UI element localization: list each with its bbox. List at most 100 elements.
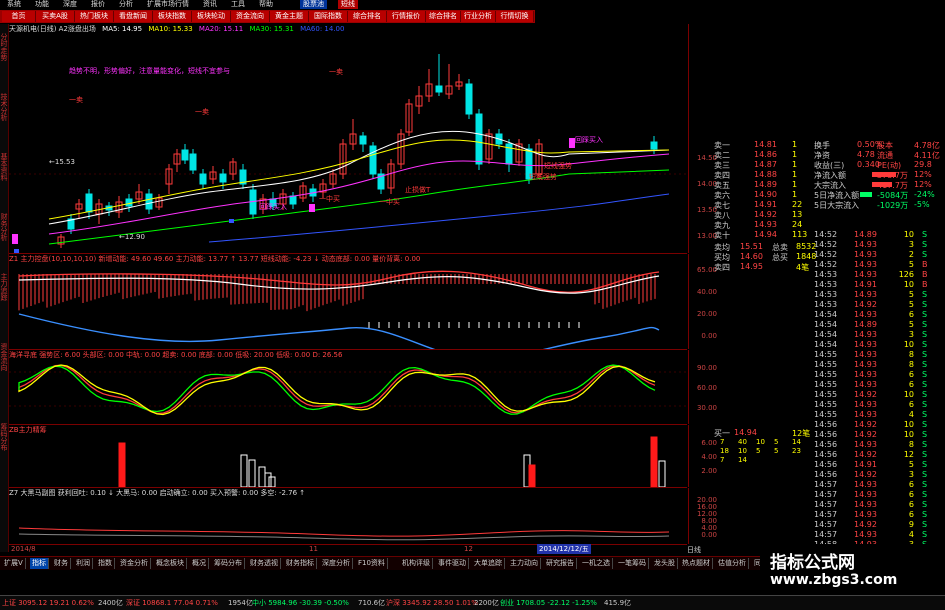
bottom-tab[interactable]: 研究报告 xyxy=(544,558,577,569)
tab-hot-sectors[interactable]: 热门板块 xyxy=(75,11,114,22)
bottom-tab[interactable]: 概况 xyxy=(190,558,209,569)
tick-side: S xyxy=(922,480,928,489)
menu-info[interactable]: 资讯 xyxy=(200,0,220,9)
status-chinext[interactable]: 创业 1708.05 -22.12 -1.25% xyxy=(500,598,597,608)
tick-price: 14.93 xyxy=(854,500,877,509)
bottom-tab[interactable]: 事件驱动 xyxy=(436,558,469,569)
tick-side: S xyxy=(922,510,928,519)
bottom-tab[interactable]: 财务 xyxy=(52,558,71,569)
tick-time: 14:55 xyxy=(814,380,838,389)
left-tool-label[interactable]: 主力追踪 xyxy=(0,274,8,302)
indicator-panel-zb[interactable]: ZB主力精筹 xyxy=(9,425,687,488)
period-label[interactable]: 日线 xyxy=(687,545,701,555)
bottom-tab[interactable]: 机构评级 xyxy=(400,558,433,569)
left-tool-label[interactable]: 技术分析 xyxy=(0,94,8,122)
tab-home[interactable]: 首页 xyxy=(2,11,36,22)
tick-price: 14.93 xyxy=(854,380,877,389)
status-shanghai-amount: 2400亿 xyxy=(98,599,123,607)
bottom-tab[interactable]: 龙头股 xyxy=(652,558,678,569)
status-shenzhen[interactable]: 深证 10868.1 77.04 0.71% xyxy=(126,598,218,608)
bottom-tab[interactable]: 估值分析 xyxy=(716,558,749,569)
status-shanghai[interactable]: 上证 3095.12 19.21 0.62% xyxy=(2,598,94,608)
z1-chart[interactable] xyxy=(9,254,687,349)
candle-body xyxy=(145,193,153,210)
stat-value: -5% xyxy=(914,200,930,209)
bottom-tab[interactable]: 筹码分布 xyxy=(212,558,245,569)
tick-price: 14.93 xyxy=(854,530,877,539)
menu-analysis[interactable]: 分析 xyxy=(116,0,136,9)
zb-chart[interactable] xyxy=(9,425,687,487)
bottom-tab[interactable]: 深度分析 xyxy=(320,558,353,569)
tick-price: 14.93 xyxy=(854,240,877,249)
tick-volume: 4 xyxy=(908,410,914,419)
bottom-tab[interactable]: 财务指标 xyxy=(284,558,317,569)
bottom-tab[interactable]: 指标 xyxy=(30,558,49,569)
bottom-tab[interactable]: 指数 xyxy=(96,558,115,569)
zb-bar xyxy=(650,436,658,487)
tab-short-line[interactable]: 短线 xyxy=(338,0,358,9)
bottom-tab[interactable]: 主力动向 xyxy=(508,558,541,569)
tab-intl-index[interactable]: 国际指数 xyxy=(309,11,348,22)
tab-sector-rotation[interactable]: 板块轮动 xyxy=(192,11,231,22)
tab-news[interactable]: 看盘新闻 xyxy=(114,11,153,22)
tick-price: 14.92 xyxy=(854,470,877,479)
bottom-tab[interactable]: 财务透视 xyxy=(248,558,281,569)
left-tool-label[interactable]: 筹码分布 xyxy=(0,424,8,452)
kline-panel[interactable]: 天源机电(日线) A2涨盘出场 MA5: 14.95 MA10: 15.33 M… xyxy=(9,24,687,254)
tab-buy-sell[interactable]: 买卖A股 xyxy=(36,11,75,22)
time-axis: 2014/8 11 12 2014/12/12/五 日线 xyxy=(9,544,709,555)
tick-side: S xyxy=(922,380,928,389)
left-tool-label[interactable]: 基本资料 xyxy=(0,154,8,182)
menu-depth[interactable]: 深度 xyxy=(60,0,80,9)
menu-extended-market[interactable]: 扩展市场行情 xyxy=(144,0,192,9)
left-tool-label[interactable]: 分时走势 xyxy=(0,34,8,62)
stat-value: 4.78 xyxy=(857,150,875,159)
tab-capital-flow[interactable]: 资金流向 xyxy=(231,11,270,22)
menu-function[interactable]: 功能 xyxy=(32,0,52,9)
tab-sector-index[interactable]: 板块指数 xyxy=(153,11,192,22)
tick-volume: 6 xyxy=(908,490,914,499)
status-sme[interactable]: 中小 5984.96 -30.39 -0.50% xyxy=(252,598,349,608)
indicator-panel-ocean[interactable]: 海洋寻底 强势区: 6.00 头部区: 0.00 中轨: 0.00 超卖: 0.… xyxy=(9,350,687,425)
menu-help[interactable]: 帮助 xyxy=(256,0,276,9)
menu-tools[interactable]: 工具 xyxy=(228,0,248,9)
tick-time: 14:57 xyxy=(814,520,838,529)
bottom-tab[interactable]: 资金分析 xyxy=(118,558,151,569)
z7-chart[interactable] xyxy=(9,488,687,544)
bottom-tab[interactable]: 利润 xyxy=(74,558,93,569)
tick-price: 14.93 xyxy=(854,250,877,259)
tick-side: B xyxy=(922,270,928,279)
buy-level-price: 14.94 xyxy=(734,428,757,437)
tick-time: 14:56 xyxy=(814,450,838,459)
left-tool-label[interactable]: 财务分析 xyxy=(0,214,8,242)
kline-chart[interactable]: 一卖一卖一卖←12.90←15.53回踩买入回踩买入一中买 一中买止损做T短线强势… xyxy=(9,24,687,253)
bottom-tab[interactable]: 扩展V xyxy=(2,558,26,569)
zb-bar xyxy=(240,454,248,487)
tab-ranking[interactable]: 综合排名 xyxy=(348,11,387,22)
left-tool-label[interactable]: 资金流向 xyxy=(0,344,8,372)
bottom-tab[interactable]: 大单追踪 xyxy=(472,558,505,569)
bottom-tab[interactable]: 一机之选 xyxy=(580,558,613,569)
indicator-panel-z1[interactable]: Z1 主力控盘(10,10,10,10) 新增动能: 49.60 49.60 主… xyxy=(9,254,687,350)
tab-stock-pool[interactable]: 股票池 xyxy=(300,0,327,9)
bottom-tab[interactable]: F10资料 xyxy=(356,558,388,569)
bottom-tab[interactable]: 概念板块 xyxy=(154,558,187,569)
tab-switch[interactable]: 行情切换 xyxy=(496,11,534,22)
menu-system[interactable]: 系统 xyxy=(4,0,24,9)
zb-bar xyxy=(268,476,276,487)
tab-quote[interactable]: 行情报价 xyxy=(387,11,426,22)
summary-value: 15.51 xyxy=(740,242,763,251)
tab-industry[interactable]: 行业分析 xyxy=(461,11,496,22)
tab-ranking-2[interactable]: 综合排名 xyxy=(426,11,461,22)
bottom-tab[interactable]: 热点题材 xyxy=(680,558,713,569)
menu-quote[interactable]: 报价 xyxy=(88,0,108,9)
status-hs300[interactable]: 沪深 3345.92 28.50 1.01% xyxy=(386,598,478,608)
signal-label: 一卖 xyxy=(329,68,343,76)
indicator-panel-z7[interactable]: Z7 大黑马副图 获利回吐: 0.10 ↓ 大黑马: 0.00 启动确立: 0.… xyxy=(9,488,687,545)
sell-level-volume: 1 xyxy=(792,190,798,199)
bottom-tab[interactable]: 一笔筹码 xyxy=(616,558,649,569)
tab-gold-theme[interactable]: 黄金主题 xyxy=(270,11,309,22)
left-vertical-toolbar[interactable]: 分时走势 技术分析 基本资料 财务分析 主力追踪 资金流向 筹码分布 xyxy=(0,24,9,552)
ocean-chart[interactable] xyxy=(9,350,687,424)
tick-time: 14:57 xyxy=(814,490,838,499)
